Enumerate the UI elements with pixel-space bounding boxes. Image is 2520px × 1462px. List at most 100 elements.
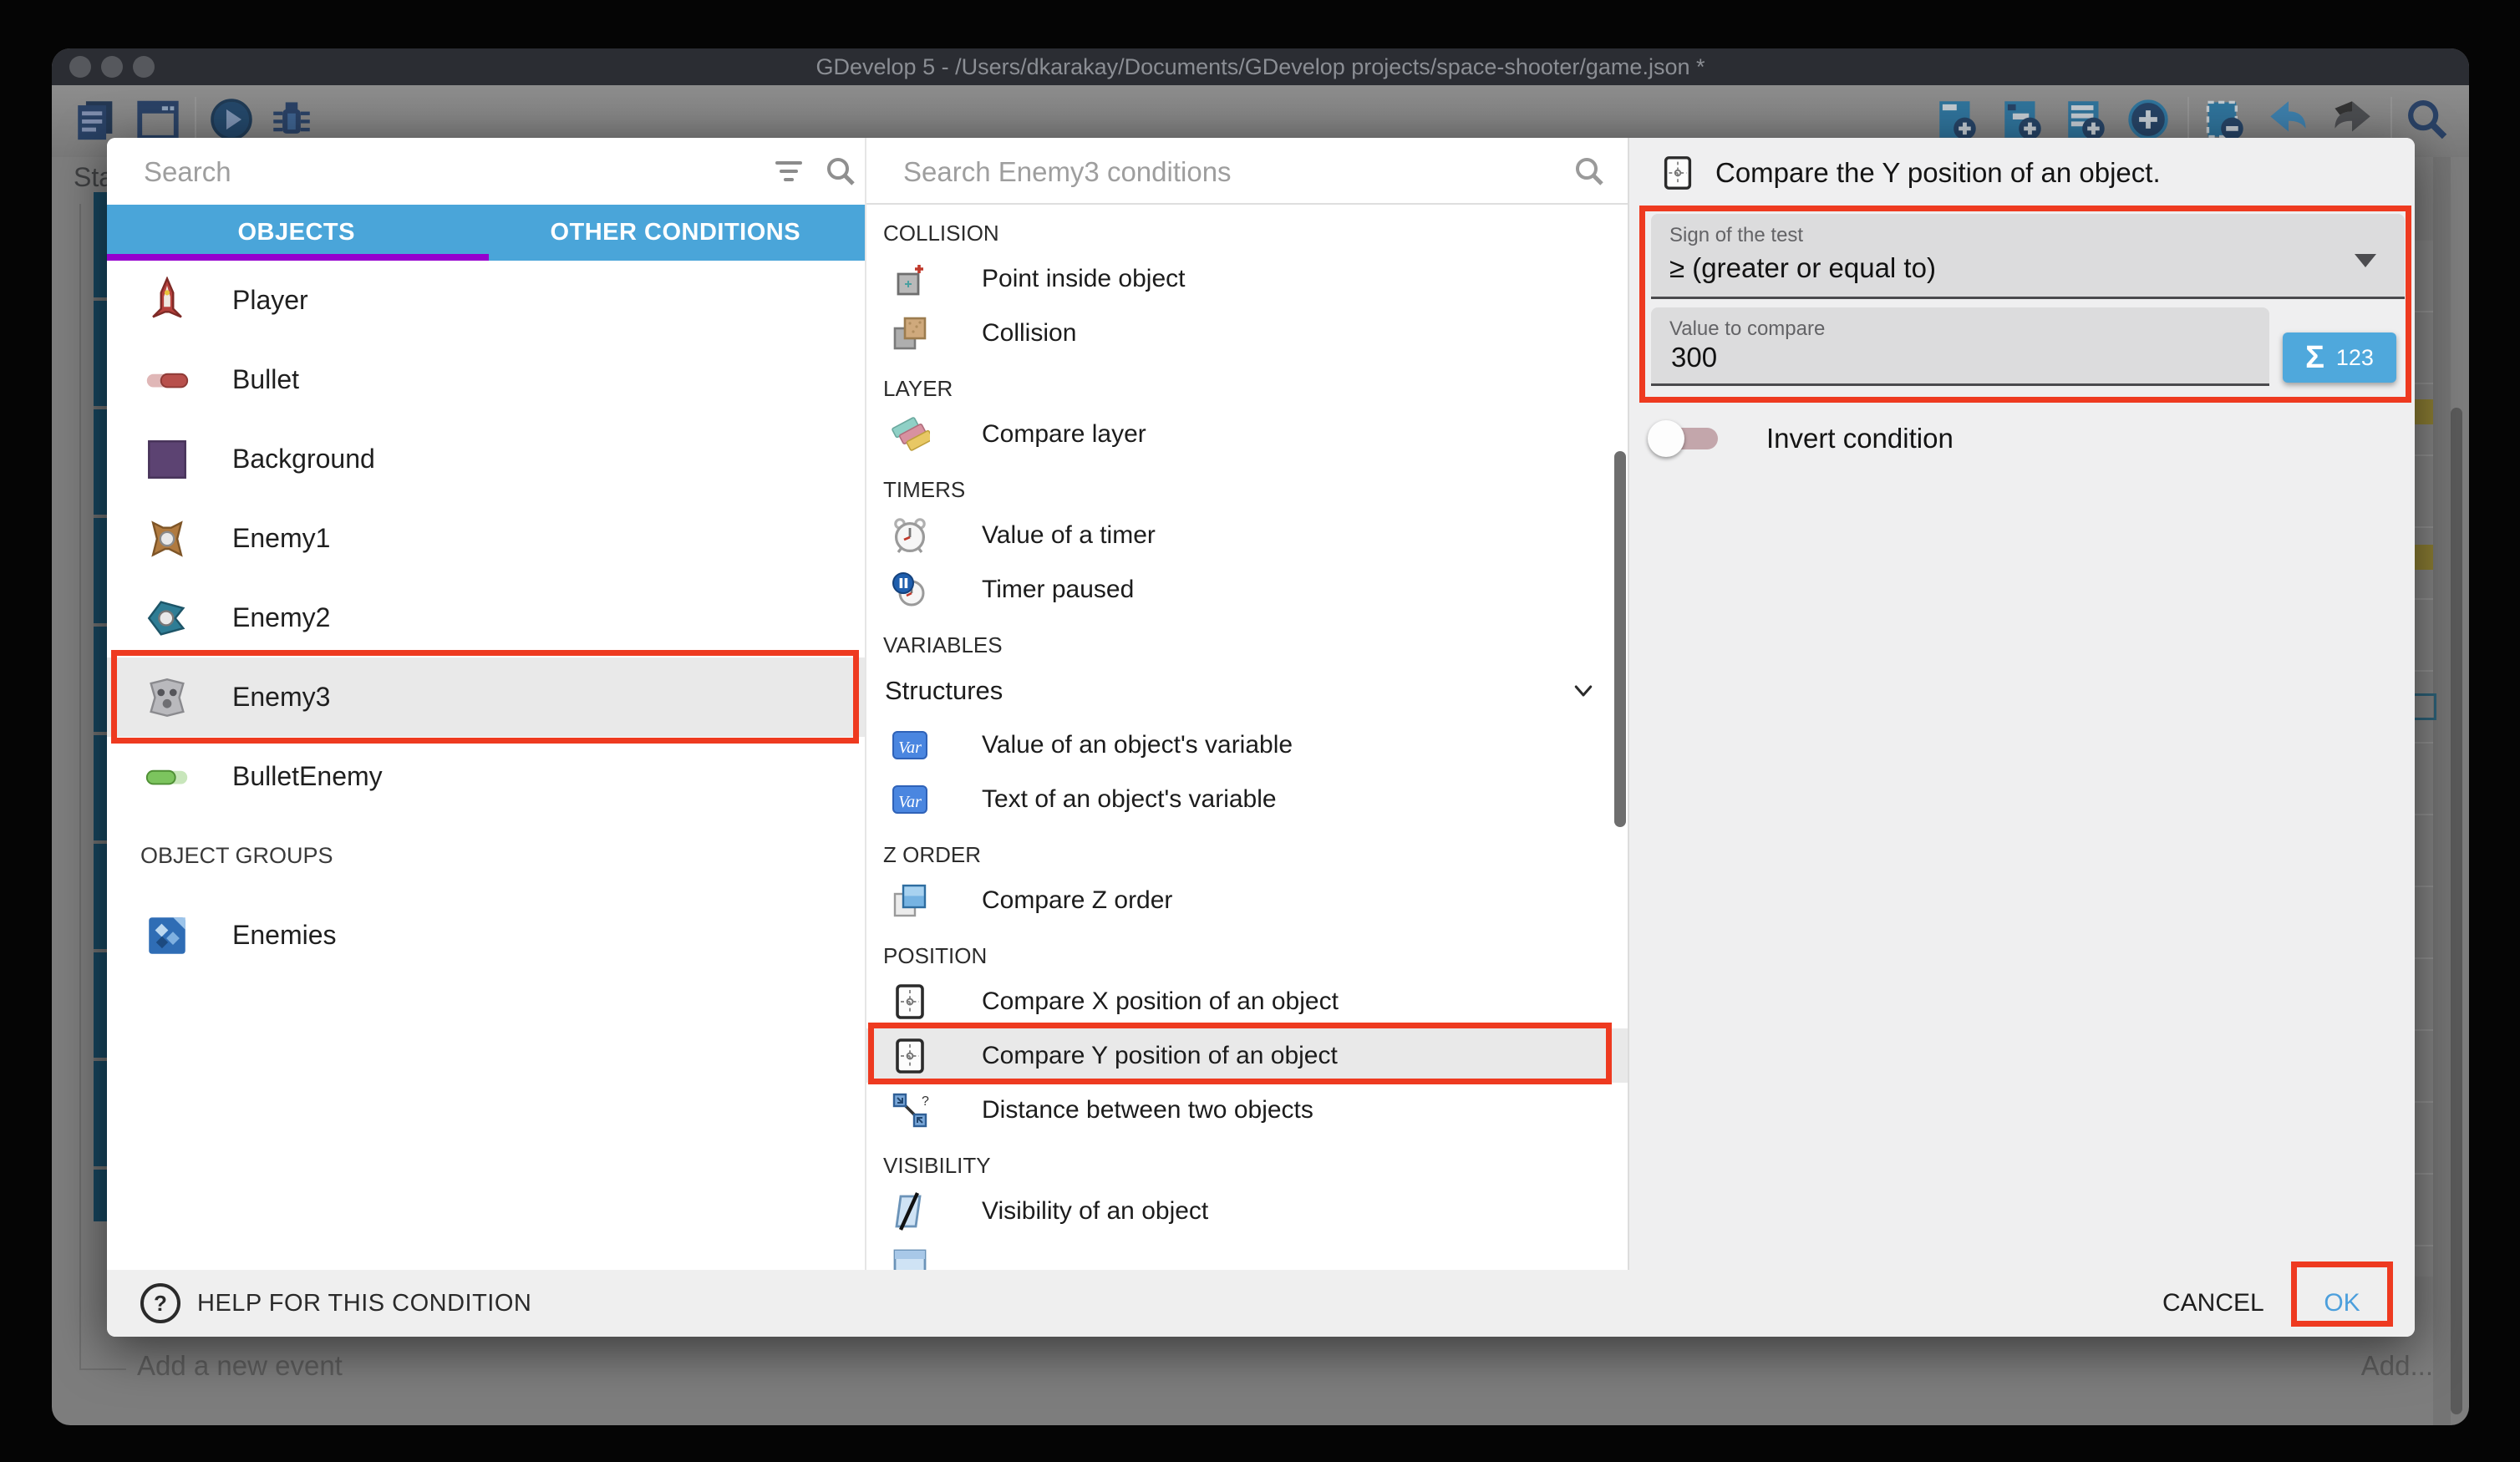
condition-parameters-panel: Compare the Y position of an object. Sig… bbox=[1629, 138, 2415, 1270]
condition-label: Collision bbox=[982, 319, 1076, 348]
object-row-enemy2[interactable]: Enemy2 bbox=[107, 578, 865, 657]
expression-editor-button[interactable]: Σ 123 bbox=[2283, 333, 2396, 383]
value-to-compare-field: Value to compare bbox=[1651, 307, 2269, 386]
object-label: Bullet bbox=[232, 364, 299, 395]
toolbar-separator bbox=[2390, 97, 2392, 144]
objects-search-input[interactable] bbox=[142, 138, 676, 206]
section-collision: COLLISION bbox=[866, 205, 1628, 251]
condition-compare-y-position-selected[interactable]: Compare Y position of an object bbox=[866, 1028, 1628, 1083]
window-icon bbox=[888, 1244, 932, 1271]
compare-layer-icon bbox=[888, 413, 932, 456]
add-comment-icon[interactable] bbox=[2062, 95, 2111, 144]
conditions-scrollbar-thumb[interactable] bbox=[1614, 451, 1626, 827]
compare-y-position-icon bbox=[888, 1034, 932, 1078]
object-groups-header: OBJECT GROUPS bbox=[107, 816, 865, 896]
section-layer: LAYER bbox=[866, 360, 1628, 407]
condition-text-of-object-variable[interactable]: Var Text of an object's variable bbox=[866, 772, 1628, 826]
condition-editor-dialog: OBJECTS OTHER CONDITIONS Player Bullet bbox=[107, 138, 2415, 1337]
condition-value-of-object-variable[interactable]: Var Value of an object's variable bbox=[866, 718, 1628, 772]
tab-other-conditions[interactable]: OTHER CONDITIONS bbox=[486, 205, 866, 261]
add-new-event-button[interactable]: Add a new event bbox=[137, 1350, 343, 1382]
enemies-group-icon bbox=[140, 909, 194, 962]
object-row-enemy1[interactable]: Enemy1 bbox=[107, 499, 865, 578]
section-timers: TIMERS bbox=[866, 461, 1628, 508]
value-to-compare-input[interactable] bbox=[1669, 341, 2167, 374]
object-label: BulletEnemy bbox=[232, 761, 383, 792]
condition-compare-x-position[interactable]: Compare X position of an object bbox=[866, 974, 1628, 1028]
tab-objects[interactable]: OBJECTS bbox=[107, 205, 486, 261]
condition-visibility-of-object[interactable]: Visibility of an object bbox=[866, 1184, 1628, 1238]
structures-label: Structures bbox=[885, 676, 1003, 706]
condition-compare-z-order[interactable]: Compare Z order bbox=[866, 873, 1628, 927]
timer-icon bbox=[888, 514, 932, 557]
window-title: GDevelop 5 - /Users/dkarakay/Documents/G… bbox=[52, 48, 2469, 85]
condition-timer-paused[interactable]: Timer paused bbox=[866, 562, 1628, 617]
compare-x-position-icon bbox=[888, 980, 932, 1023]
play-icon[interactable] bbox=[207, 95, 256, 144]
condition-label: Text of an object's variable bbox=[982, 785, 1277, 814]
object-row-player[interactable]: Player bbox=[107, 261, 865, 340]
condition-distance-between-objects[interactable]: ? Distance between two objects bbox=[866, 1083, 1628, 1137]
redo-icon[interactable] bbox=[2328, 95, 2376, 144]
events-tree-line bbox=[79, 204, 81, 1370]
filter-icon[interactable] bbox=[774, 158, 804, 185]
invert-condition-row: Invert condition bbox=[1651, 414, 1954, 464]
compare-y-position-icon bbox=[1659, 154, 1697, 192]
timer-paused-icon bbox=[888, 568, 932, 612]
search-events-icon[interactable] bbox=[2403, 95, 2451, 144]
scene-window-icon[interactable] bbox=[134, 95, 182, 144]
object-row-bulletenemy[interactable]: BulletEnemy bbox=[107, 737, 865, 816]
compare-z-order-icon bbox=[888, 879, 932, 922]
cancel-button[interactable]: CANCEL bbox=[2162, 1289, 2263, 1317]
add-subevent-icon[interactable] bbox=[1999, 95, 2047, 144]
dropdown-arrow-icon bbox=[2355, 254, 2376, 267]
object-label: Enemy3 bbox=[232, 682, 330, 713]
help-link[interactable]: HELP FOR THIS CONDITION bbox=[197, 1290, 531, 1317]
structures-expandable-row[interactable]: Structures bbox=[866, 663, 1628, 718]
condition-compare-layer[interactable]: Compare layer bbox=[866, 407, 1628, 461]
group-row-enemies[interactable]: Enemies bbox=[107, 896, 865, 975]
object-label: Player bbox=[232, 285, 308, 316]
invert-condition-toggle[interactable] bbox=[1651, 428, 1718, 449]
undo-icon[interactable] bbox=[2264, 95, 2313, 144]
object-row-background[interactable]: Background bbox=[107, 419, 865, 499]
object-label: Enemy1 bbox=[232, 523, 330, 554]
add-event-icon[interactable] bbox=[1933, 95, 1982, 144]
sign-of-test-select[interactable]: Sign of the test ≥ (greater or equal to) bbox=[1651, 214, 2405, 299]
condition-collision[interactable]: Collision bbox=[866, 306, 1628, 360]
dialog-footer: ? HELP FOR THIS CONDITION CANCEL OK bbox=[107, 1270, 2415, 1337]
condition-row-partial[interactable] bbox=[866, 1238, 1628, 1270]
condition-title: Compare the Y position of an object. bbox=[1715, 157, 2161, 189]
condition-label: Compare Y position of an object bbox=[982, 1042, 1338, 1070]
remove-event-icon[interactable] bbox=[2201, 95, 2249, 144]
svg-text:Var: Var bbox=[898, 793, 922, 811]
condition-label: Timer paused bbox=[982, 576, 1134, 604]
condition-value-of-a-timer[interactable]: Value of a timer bbox=[866, 508, 1628, 562]
enemy2-ship-icon bbox=[140, 591, 194, 645]
background-icon bbox=[140, 433, 194, 486]
section-visibility: VISIBILITY bbox=[866, 1137, 1628, 1184]
conditions-search-input[interactable] bbox=[902, 138, 1438, 206]
active-tab-underline bbox=[107, 254, 489, 261]
visibility-icon bbox=[888, 1190, 932, 1233]
chevron-down-icon[interactable] bbox=[1571, 678, 1596, 703]
object-row-enemy3-selected[interactable]: Enemy3 bbox=[107, 657, 865, 737]
toggle-knob[interactable] bbox=[1648, 420, 1684, 457]
debug-icon[interactable] bbox=[267, 95, 316, 144]
condition-point-inside-object[interactable]: Point inside object bbox=[866, 251, 1628, 306]
condition-header: Compare the Y position of an object. bbox=[1629, 138, 2415, 208]
add-circle-icon[interactable] bbox=[2124, 95, 2172, 144]
add-button[interactable]: Add... bbox=[2308, 1350, 2433, 1382]
section-z-order: Z ORDER bbox=[866, 826, 1628, 873]
gdevelop-window: GDevelop 5 - /Users/dkarakay/Documents/G… bbox=[52, 48, 2469, 1425]
toolbar-separator bbox=[2187, 97, 2189, 144]
help-icon[interactable]: ? bbox=[140, 1283, 180, 1323]
group-label: Enemies bbox=[232, 920, 337, 951]
events-scrollbar[interactable] bbox=[2451, 408, 2462, 1414]
project-manager-icon[interactable] bbox=[72, 95, 120, 144]
sign-of-test-value: ≥ (greater or equal to) bbox=[1669, 252, 1936, 284]
events-tree-line bbox=[79, 1368, 126, 1370]
object-row-bullet[interactable]: Bullet bbox=[107, 340, 865, 419]
condition-label: Value of a timer bbox=[982, 521, 1156, 550]
ok-button[interactable]: OK bbox=[2313, 1289, 2371, 1317]
